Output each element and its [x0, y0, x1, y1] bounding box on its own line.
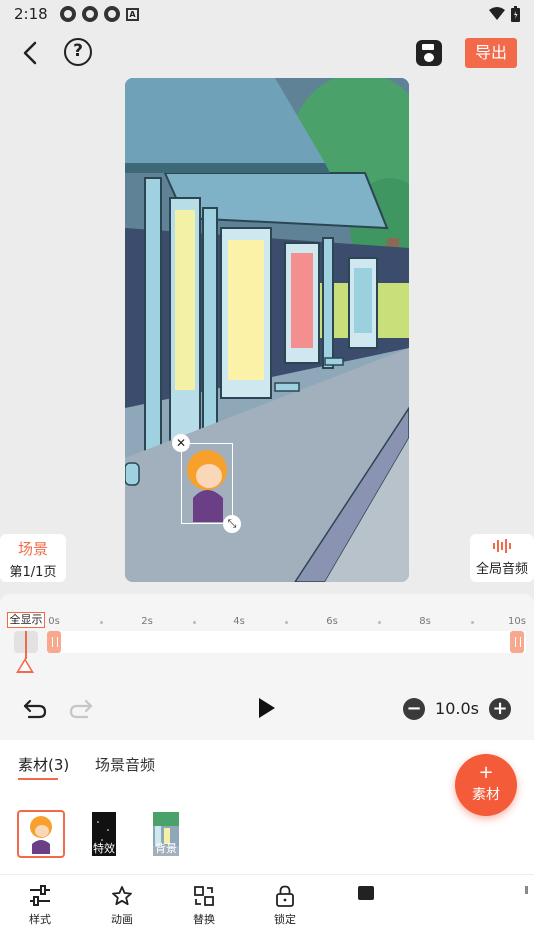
tool-layer[interactable]: [336, 885, 396, 907]
notification-icon: [82, 6, 98, 22]
top-toolbar: ? 导出: [0, 28, 534, 80]
tick-label: 2s: [141, 616, 153, 627]
global-audio-button[interactable]: 全局音频: [470, 534, 534, 582]
more-icon: [525, 886, 528, 894]
status-system-icons: [489, 6, 520, 22]
selection-box[interactable]: [181, 443, 233, 524]
tick-dot: [378, 621, 381, 624]
trim-handle-end[interactable]: [510, 631, 524, 653]
add-asset-label: 素材: [472, 787, 500, 803]
tick-dot: [193, 621, 196, 624]
tab-assets[interactable]: 素材(3): [18, 754, 69, 775]
scene-card[interactable]: 场景 第1/1页: [0, 534, 66, 582]
notification-icon: [104, 6, 120, 22]
increase-duration-button[interactable]: +: [489, 698, 511, 720]
timeline-panel: 全显示 0s 2s 4s 6s 8s 10s − 10.0s +: [0, 594, 534, 740]
tab-scene-audio[interactable]: 场景音频: [95, 754, 155, 775]
sliders-icon: [30, 885, 50, 906]
undo-icon[interactable]: [22, 698, 48, 720]
asset-thumb-character[interactable]: [17, 810, 65, 858]
replace-icon: [194, 886, 214, 906]
tool-lock[interactable]: 锁定: [255, 885, 315, 927]
tool-replace[interactable]: 替换: [174, 885, 234, 927]
tool-animation-label: 动画: [111, 913, 133, 926]
scene-illustration: [125, 78, 409, 582]
battery-icon: [511, 6, 520, 22]
help-button[interactable]: ?: [64, 38, 92, 66]
notification-a-icon: A: [126, 8, 139, 21]
lock-icon: [276, 885, 294, 907]
tick-dot: [100, 621, 103, 624]
status-time: 2:18: [14, 5, 48, 23]
asset-thumb-background[interactable]: 背景: [142, 810, 190, 858]
back-icon[interactable]: [16, 38, 46, 68]
tick-label: 6s: [326, 616, 338, 627]
tick-label: 0s: [48, 616, 60, 627]
layer-icon: [358, 886, 374, 900]
status-notification-icons: A: [60, 6, 139, 22]
clip-track[interactable]: [47, 631, 526, 653]
bottom-toolbar: 样式 动画 替换 锁定: [0, 874, 534, 950]
decrease-duration-button[interactable]: −: [403, 698, 425, 720]
save-draft-icon[interactable]: [416, 40, 442, 66]
star-icon: [112, 886, 132, 906]
tool-style[interactable]: 样式: [10, 885, 70, 927]
tool-more[interactable]: [498, 885, 534, 907]
global-audio-label: 全局音频: [475, 562, 528, 577]
export-button[interactable]: 导出: [465, 38, 517, 68]
redo-icon[interactable]: [68, 698, 94, 720]
asset-thumb-effect[interactable]: 特效: [80, 810, 128, 858]
tick-label: 4s: [233, 616, 245, 627]
tick-label: 10s: [508, 616, 526, 627]
full-show-button[interactable]: 全显示: [7, 612, 45, 628]
duration-value: 10.0s: [435, 699, 479, 718]
time-ruler: 0s 2s 4s 6s 8s 10s: [48, 616, 528, 630]
add-asset-button[interactable]: + 素材: [455, 754, 517, 816]
active-tab-indicator: [18, 778, 58, 780]
notification-icon: [60, 6, 76, 22]
tick-dot: [285, 621, 288, 624]
play-icon[interactable]: [259, 698, 275, 718]
playhead-marker[interactable]: [16, 658, 34, 673]
scene-title: 场景: [17, 540, 48, 558]
status-bar: 2:18 A: [0, 0, 534, 28]
asset-panel: 素材(3) 场景音频 + 素材 特效 背景: [0, 740, 534, 874]
tick-label: 8s: [419, 616, 431, 627]
tool-lock-label: 锁定: [274, 913, 296, 926]
wifi-icon: [489, 7, 505, 20]
thumb-label-effect: 特效: [93, 842, 115, 855]
tool-replace-label: 替换: [193, 913, 215, 926]
resize-handle-icon[interactable]: ⤡: [223, 515, 241, 533]
remove-element-icon[interactable]: ✕: [172, 434, 190, 452]
thumb-label-background: 背景: [155, 842, 177, 855]
playhead-line: [25, 631, 27, 659]
tick-dot: [471, 621, 474, 624]
trim-handle-start[interactable]: [47, 631, 61, 653]
scene-page: 第1/1页: [9, 565, 57, 580]
scene-canvas[interactable]: [125, 78, 409, 582]
plus-icon: +: [478, 762, 494, 783]
tool-animation[interactable]: 动画: [92, 885, 152, 927]
audio-wave-icon: [470, 539, 534, 557]
tool-style-label: 样式: [29, 913, 51, 926]
